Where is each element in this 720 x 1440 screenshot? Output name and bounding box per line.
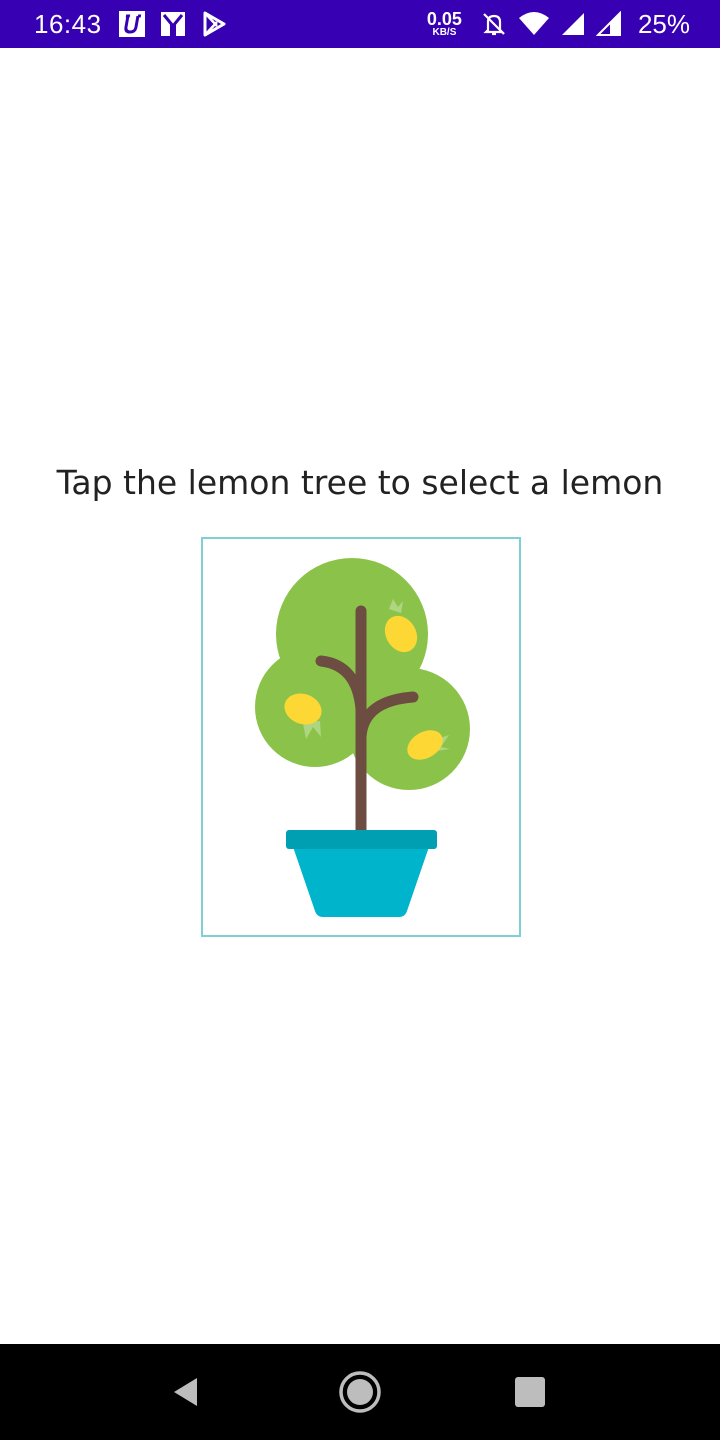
notification-icons: [118, 9, 228, 39]
play-store-icon: [200, 10, 228, 38]
m-app-icon: [158, 9, 188, 39]
wifi-icon: [518, 10, 550, 38]
home-button[interactable]: [336, 1368, 384, 1416]
lemon-tree-icon: [255, 558, 470, 917]
instruction-text: Tap the lemon tree to select a lemon: [56, 463, 664, 502]
status-bar: 16:43 0.05 KB/S 25%: [0, 0, 720, 48]
notifications-off-icon: [480, 10, 508, 38]
navigation-bar: [0, 1344, 720, 1440]
u-app-icon: [118, 10, 146, 38]
system-status-icons: 0.05 KB/S 25%: [427, 9, 690, 40]
lemon-tree-image-button[interactable]: [201, 537, 521, 937]
signal-icon: [560, 11, 586, 37]
recents-icon: [515, 1377, 545, 1407]
back-icon: [174, 1378, 197, 1406]
recents-button[interactable]: [506, 1368, 554, 1416]
network-speed: 0.05 KB/S: [426, 9, 462, 38]
status-time: 16:43: [34, 8, 102, 39]
signal-icon-2: [595, 11, 622, 37]
main-content: Tap the lemon tree to select a lemon: [0, 48, 720, 1344]
back-button[interactable]: [162, 1368, 210, 1416]
battery-percent: 25%: [637, 8, 690, 39]
home-icon: [339, 1371, 381, 1413]
